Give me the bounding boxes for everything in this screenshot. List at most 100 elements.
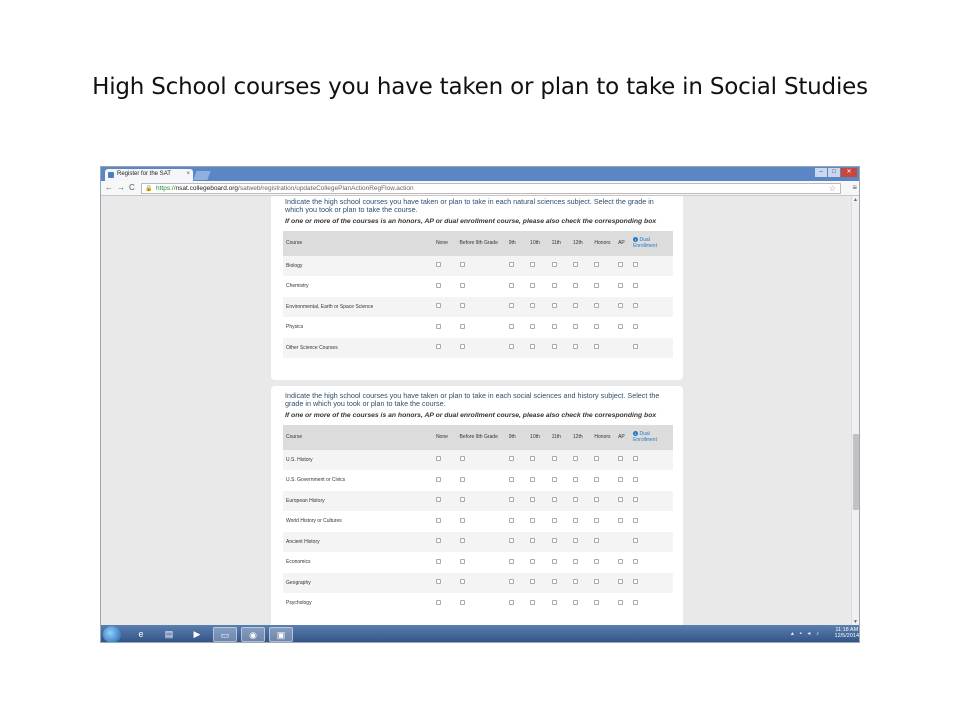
checkbox[interactable]	[508, 538, 514, 544]
checkbox[interactable]	[530, 579, 536, 585]
checkbox[interactable]	[594, 579, 600, 585]
tab-close-icon[interactable]: ×	[186, 171, 190, 177]
checkbox[interactable]	[435, 344, 441, 350]
checkbox[interactable]	[594, 599, 600, 605]
checkbox[interactable]	[551, 579, 557, 585]
checkbox[interactable]	[435, 323, 441, 329]
checkbox[interactable]	[594, 517, 600, 523]
checkbox[interactable]	[633, 558, 639, 564]
checkbox[interactable]	[618, 262, 624, 268]
checkbox[interactable]	[508, 282, 514, 288]
checkbox[interactable]	[633, 282, 639, 288]
checkbox[interactable]	[633, 456, 639, 462]
checkbox[interactable]	[459, 282, 465, 288]
checkbox[interactable]	[633, 517, 639, 523]
checkbox[interactable]	[551, 476, 557, 482]
checkbox[interactable]	[572, 497, 578, 503]
checkbox[interactable]	[435, 456, 441, 462]
checkbox[interactable]	[530, 303, 536, 309]
checkbox[interactable]	[551, 599, 557, 605]
checkbox[interactable]	[508, 303, 514, 309]
checkbox[interactable]	[530, 558, 536, 564]
checkbox[interactable]	[459, 599, 465, 605]
checkbox[interactable]	[633, 323, 639, 329]
address-bar[interactable]: 🔒 https://nsat.collegeboard.org/satweb/r…	[141, 183, 841, 194]
checkbox[interactable]	[572, 579, 578, 585]
checkbox[interactable]	[618, 517, 624, 523]
vertical-scrollbar[interactable]: ▲ ▼	[851, 196, 859, 626]
checkbox[interactable]	[594, 323, 600, 329]
chrome-icon[interactable]: ◉	[241, 627, 265, 642]
checkbox[interactable]	[633, 599, 639, 605]
checkbox[interactable]	[530, 476, 536, 482]
info-icon[interactable]: i	[633, 237, 639, 242]
checkbox[interactable]	[572, 517, 578, 523]
checkbox[interactable]	[594, 456, 600, 462]
start-button[interactable]	[103, 626, 121, 642]
forward-button[interactable]: →	[117, 183, 125, 192]
internet-explorer-icon[interactable]: e	[129, 627, 153, 642]
maximize-button[interactable]: □	[828, 168, 840, 177]
checkbox[interactable]	[459, 497, 465, 503]
checkbox[interactable]	[594, 476, 600, 482]
checkbox[interactable]	[459, 476, 465, 482]
checkbox[interactable]	[594, 497, 600, 503]
checkbox[interactable]	[508, 558, 514, 564]
scrollbar-thumb[interactable]	[853, 434, 859, 510]
powerpoint-icon[interactable]: ▣	[269, 627, 293, 642]
checkbox[interactable]	[633, 262, 639, 268]
checkbox[interactable]	[508, 262, 514, 268]
checkbox[interactable]	[633, 579, 639, 585]
checkbox[interactable]	[508, 579, 514, 585]
checkbox[interactable]	[530, 344, 536, 350]
checkbox[interactable]	[508, 344, 514, 350]
checkbox[interactable]	[551, 262, 557, 268]
checkbox[interactable]	[572, 303, 578, 309]
checkbox[interactable]	[633, 538, 639, 544]
checkbox[interactable]	[594, 558, 600, 564]
checkbox[interactable]	[459, 517, 465, 523]
checkbox[interactable]	[618, 599, 624, 605]
checkbox[interactable]	[572, 344, 578, 350]
checkbox[interactable]	[435, 282, 441, 288]
checkbox[interactable]	[618, 323, 624, 329]
checkbox[interactable]	[459, 579, 465, 585]
checkbox[interactable]	[618, 303, 624, 309]
checkbox[interactable]	[633, 344, 639, 350]
checkbox[interactable]	[572, 599, 578, 605]
checkbox[interactable]	[508, 599, 514, 605]
bookmark-star-icon[interactable]: ☆	[829, 184, 836, 193]
checkbox[interactable]	[551, 323, 557, 329]
checkbox[interactable]	[530, 456, 536, 462]
checkbox[interactable]	[618, 456, 624, 462]
checkbox[interactable]	[594, 538, 600, 544]
checkbox[interactable]	[572, 538, 578, 544]
checkbox[interactable]	[551, 517, 557, 523]
checkbox[interactable]	[551, 344, 557, 350]
checkbox[interactable]	[459, 538, 465, 544]
checkbox[interactable]	[530, 323, 536, 329]
checkbox[interactable]	[435, 599, 441, 605]
clock[interactable]: 11:18 AM 12/5/2014	[835, 627, 859, 642]
checkbox[interactable]	[435, 517, 441, 523]
checkbox[interactable]	[618, 476, 624, 482]
scroll-up-icon[interactable]: ▲	[853, 197, 858, 203]
media-player-icon[interactable]: ▶	[185, 627, 209, 642]
checkbox[interactable]	[618, 558, 624, 564]
reload-button[interactable]: C	[129, 183, 135, 192]
checkbox[interactable]	[633, 476, 639, 482]
checkbox[interactable]	[530, 262, 536, 268]
checkbox[interactable]	[435, 476, 441, 482]
checkbox[interactable]	[459, 323, 465, 329]
checkbox[interactable]	[572, 476, 578, 482]
checkbox[interactable]	[551, 303, 557, 309]
checkbox[interactable]	[618, 579, 624, 585]
checkbox[interactable]	[459, 344, 465, 350]
file-explorer-icon[interactable]: ▤	[157, 627, 181, 642]
checkbox[interactable]	[530, 599, 536, 605]
checkbox[interactable]	[435, 538, 441, 544]
checkbox[interactable]	[459, 558, 465, 564]
checkbox[interactable]	[572, 558, 578, 564]
checkbox[interactable]	[572, 456, 578, 462]
checkbox[interactable]	[459, 303, 465, 309]
